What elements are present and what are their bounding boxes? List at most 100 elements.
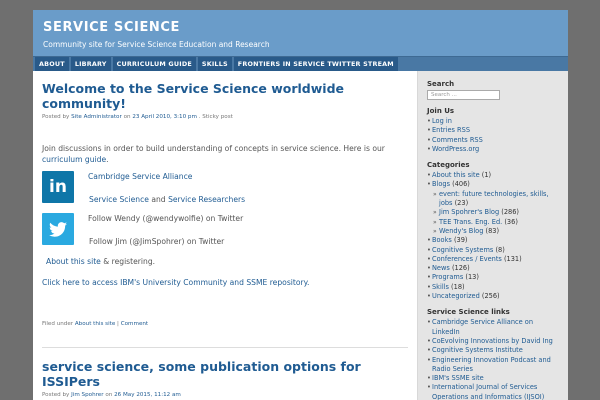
categories-widget: Categories About this site (1)Blogs (406… <box>427 161 562 301</box>
category-link[interactable]: Books <box>432 236 452 244</box>
about-line: About this site & registering. <box>46 256 407 267</box>
post-date-link-2[interactable]: 26 May 2015, 11:12 am <box>114 392 181 398</box>
ss-and-text: and <box>151 195 166 204</box>
post-date-link[interactable]: 23 April 2010, 3:10 pm <box>132 114 197 120</box>
joinus-widget: Join Us Log in Entries RSS Comments RSS … <box>427 107 562 154</box>
category-link[interactable]: About this site <box>432 171 480 179</box>
category-item: Skills (18) <box>427 283 562 293</box>
category-item: Cognitive Systems (8) <box>427 246 562 256</box>
service-link[interactable]: Cognitive Systems Institute <box>432 346 523 354</box>
category-count: (83) <box>485 226 500 235</box>
joinus-item: Comments RSS <box>427 136 562 146</box>
category-link[interactable]: Jim Spohrer's Blog <box>439 208 499 216</box>
category-link[interactable]: Cognitive Systems <box>432 246 493 254</box>
cambridge-alliance-link[interactable]: Cambridge Service Alliance <box>88 172 192 181</box>
category-item: News (126) <box>427 264 562 274</box>
service-link[interactable]: IBM's SSME site <box>432 374 484 382</box>
follow-jim-text: Follow Jim (@JimSpohrer) on Twitter <box>89 237 225 246</box>
post-author-link[interactable]: Site Administrator <box>71 114 122 120</box>
service-researchers-link[interactable]: Service Researchers <box>168 195 245 204</box>
category-count: (13) <box>465 273 479 282</box>
follow-wendy-text: Follow Wendy (@wendywolfie) on Twitter <box>88 213 244 223</box>
service-link[interactable]: Radio Series <box>432 365 473 373</box>
service-link[interactable]: Operations and Informatics (IJSOI) <box>432 393 544 400</box>
main-column: Welcome to the Service Science worldwide… <box>33 71 417 400</box>
login-link[interactable]: Log in <box>432 117 452 125</box>
post-title[interactable]: Welcome to the Service Science worldwide… <box>42 81 407 111</box>
category-count: (406) <box>452 180 470 189</box>
joinus-list: Log in Entries RSS Comments RSS WordPres… <box>427 117 562 154</box>
service-link-item: International Journal of Services <box>427 383 562 393</box>
category-link[interactable]: TEE Trans. Eng. Ed. <box>439 218 502 226</box>
nav-skills[interactable]: SKILLS <box>197 57 232 71</box>
site-title[interactable]: SERVICE SCIENCE <box>43 20 568 35</box>
category-link[interactable]: Skills <box>432 283 449 291</box>
category-count: (256) <box>481 292 500 301</box>
sidebar: Search Search ... Join Us Log in Entries… <box>417 71 568 400</box>
category-item: Jim Spohrer's Blog (286) <box>427 208 562 218</box>
nav-curriculum-guide[interactable]: CURRICULUM GUIDE <box>112 57 196 71</box>
nav-about[interactable]: ABOUT <box>35 57 69 71</box>
linkedin-logo-icon[interactable]: in <box>42 171 74 203</box>
nav-frontiers-twitter[interactable]: FRONTIERS IN SERVICE TWITTER STREAM <box>233 57 398 71</box>
category-link[interactable]: Programs <box>432 273 463 281</box>
filed-prefix: Filed under <box>42 321 74 327</box>
service-science-link[interactable]: Service Science <box>89 195 149 204</box>
main-nav: ABOUT LIBRARY CURRICULUM GUIDE SKILLS FR… <box>33 56 568 71</box>
category-count: (23) <box>454 199 469 208</box>
category-link[interactable]: Blogs <box>432 180 450 188</box>
category-link[interactable]: News <box>432 264 450 272</box>
links-heading: Service Science links <box>427 308 510 317</box>
category-item: Wendy's Blog (83) <box>427 226 562 237</box>
ibm-line: Click here to access IBM's University Co… <box>42 277 407 288</box>
category-item: Blogs (406) <box>427 180 562 190</box>
category-count: (286) <box>501 208 519 217</box>
post-meta-2: Posted by Jim Spohrer on 26 May 2015, 11… <box>42 392 412 398</box>
comments-rss-link[interactable]: Comments RSS <box>432 136 483 144</box>
category-link[interactable]: Conferences / Events <box>432 255 502 263</box>
intro-paragraph: Join discussions in order to build under… <box>42 143 407 165</box>
service-link-item: Cambridge Service Alliance on LinkedIn <box>427 318 562 337</box>
service-link-item: Cognitive Systems Institute <box>427 346 562 356</box>
category-item: jobs (23) <box>427 199 562 208</box>
about-this-site-link[interactable]: About this site <box>46 257 101 266</box>
service-link[interactable]: International Journal of Services <box>432 383 537 391</box>
service-link[interactable]: CoEvolving Innovations by David Ing <box>432 337 553 345</box>
twitter-bird-icon[interactable] <box>42 213 74 245</box>
service-link[interactable]: Cambridge Service Alliance on LinkedIn <box>432 318 533 335</box>
ibm-community-link[interactable]: Click here to access IBM's University Co… <box>42 278 309 287</box>
category-count: (1) <box>481 171 492 180</box>
post-author-link-2[interactable]: Jim Spohrer <box>71 392 103 398</box>
post-publication-options: service science, some publication option… <box>42 359 412 398</box>
category-item: Uncategorized (256) <box>427 292 562 302</box>
service-link-item: IBM's SSME site <box>427 374 562 384</box>
category-item: Programs (13) <box>427 273 562 283</box>
post-meta: Posted by Site Administrator on 23 April… <box>42 114 407 120</box>
meta-prefix-2: Posted by <box>42 392 70 398</box>
filed-category-link[interactable]: About this site <box>75 321 115 327</box>
page-frame: SERVICE SCIENCE Community site for Servi… <box>33 10 568 400</box>
site-description: Community site for Service Science Educa… <box>43 40 270 49</box>
category-item: Conferences / Events (131) <box>427 255 562 265</box>
entries-rss-link[interactable]: Entries RSS <box>432 126 470 134</box>
curriculum-guide-link[interactable]: curriculum guide <box>42 155 106 164</box>
linkedin-text: Cambridge Service Alliance <box>88 171 192 182</box>
category-link[interactable]: jobs <box>439 199 453 207</box>
intro-text: Join discussions in order to build under… <box>42 144 385 153</box>
comment-link[interactable]: Comment <box>121 321 148 327</box>
search-input[interactable]: Search ... <box>427 90 500 100</box>
category-link[interactable]: event: future technologies, skills, <box>439 190 549 198</box>
category-link[interactable]: Wendy's Blog <box>439 227 483 235</box>
nav-library[interactable]: LIBRARY <box>70 57 111 71</box>
post-title-2[interactable]: service science, some publication option… <box>42 359 412 389</box>
post-welcome: Welcome to the Service Science worldwide… <box>42 81 407 288</box>
meta-on-2: on <box>105 392 113 398</box>
search-heading: Search <box>427 80 455 88</box>
service-link-item: Operations and Informatics (IJSOI) <box>427 393 562 400</box>
post-body: Join discussions in order to build under… <box>42 143 407 288</box>
sticky-label: . Sticky post <box>198 114 233 120</box>
category-link[interactable]: Uncategorized <box>432 292 480 300</box>
service-link[interactable]: Engineering Innovation Podcast and <box>432 356 551 364</box>
twitter-bird-svg <box>49 221 67 237</box>
wordpress-link[interactable]: WordPress.org <box>432 145 479 153</box>
